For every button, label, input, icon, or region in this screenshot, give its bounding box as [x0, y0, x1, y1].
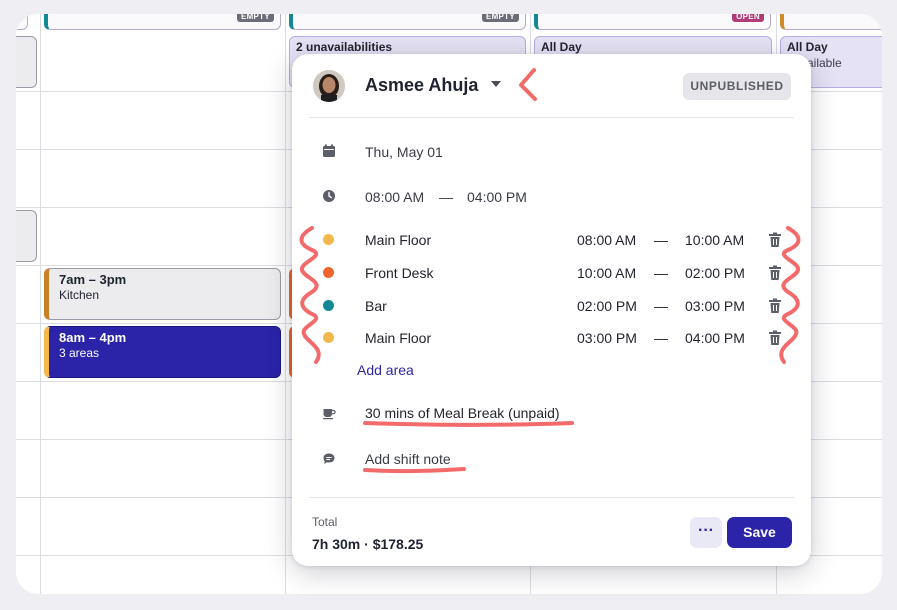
empty-shift-card[interactable]: EMPTY [44, 14, 281, 30]
area-color-dot [323, 300, 334, 311]
time-separator: — [654, 265, 668, 281]
time-separator: — [654, 298, 668, 314]
area-row[interactable]: Front Desk 10:00 AM — 02:00 PM [292, 263, 811, 283]
start-time-input[interactable]: 08:00 AM [365, 189, 424, 205]
trash-icon[interactable] [768, 232, 782, 248]
more-options-button[interactable]: ··· [690, 517, 722, 548]
chevron-down-icon[interactable] [491, 81, 501, 87]
open-badge: OPEN [732, 14, 764, 22]
empty-badge: EMPTY [236, 14, 274, 22]
status-badge: UNPUBLISHED [683, 73, 791, 100]
trash-icon[interactable] [768, 265, 782, 281]
area-name[interactable]: Front Desk [365, 265, 433, 281]
comment-icon [323, 453, 335, 464]
area-end-time[interactable]: 03:00 PM [685, 298, 745, 314]
shift-area: Kitchen [59, 288, 100, 302]
area-end-time[interactable]: 02:00 PM [685, 265, 745, 281]
avatar [313, 70, 345, 102]
total-value: 7h 30m · $178.25 [312, 536, 424, 552]
shift-editor-popup: Asmee Ahuja UNPUBLISHED Thu, May 01 08:0… [292, 54, 811, 566]
unavailability-title: All Day [787, 40, 828, 54]
coffee-cup-icon [323, 409, 336, 420]
unavailability-title: All Day [541, 40, 582, 54]
area-start-time[interactable]: 02:00 PM [577, 298, 637, 314]
total-label: Total [312, 515, 338, 529]
shift-card[interactable]: 7am – 3pm Kitchen [44, 268, 281, 320]
area-row[interactable]: Bar 02:00 PM — 03:00 PM [292, 296, 811, 316]
unavailability-title: 2 unavailabilities [296, 40, 393, 54]
grid-line [285, 14, 286, 594]
calendar-icon [323, 144, 335, 157]
open-shift-card[interactable]: OPEN [534, 14, 771, 30]
divider [309, 117, 794, 118]
clock-icon [323, 190, 335, 202]
area-start-time[interactable]: 08:00 AM [577, 232, 636, 248]
area-color-dot [323, 267, 334, 278]
shift-date[interactable]: Thu, May 01 [365, 144, 443, 160]
shift-time: 8am – 4pm [59, 330, 127, 345]
area-end-time[interactable]: 10:00 AM [685, 232, 744, 248]
employee-name[interactable]: Asmee Ahuja [365, 75, 478, 96]
area-color-dot [323, 234, 334, 245]
end-time-input[interactable]: 04:00 PM [467, 189, 527, 205]
shift-card-partial[interactable] [16, 14, 28, 30]
area-row[interactable]: Main Floor 03:00 PM — 04:00 PM [292, 328, 811, 348]
meal-break-field[interactable]: 30 mins of Meal Break (unpaid) [365, 405, 560, 421]
shift-note-input[interactable]: Add shift note [365, 451, 451, 467]
area-row[interactable]: Main Floor 08:00 AM — 10:00 AM [292, 230, 811, 250]
add-area-link[interactable]: Add area [357, 362, 414, 378]
divider [309, 497, 794, 498]
area-color-dot [323, 332, 334, 343]
empty-shift-card[interactable]: EMPTY [289, 14, 526, 30]
trash-icon[interactable] [768, 330, 782, 346]
area-name[interactable]: Bar [365, 298, 387, 314]
shift-card-partial[interactable] [780, 14, 882, 30]
shift-area: 3 areas [59, 346, 100, 360]
time-separator: — [654, 232, 668, 248]
area-name[interactable]: Main Floor [365, 232, 431, 248]
save-button[interactable]: Save [727, 517, 792, 548]
shift-card-selected[interactable]: 8am – 4pm 3 areas [44, 326, 281, 378]
time-separator: — [654, 330, 668, 346]
area-name[interactable]: Main Floor [365, 330, 431, 346]
time-separator: — [439, 189, 453, 205]
area-start-time[interactable]: 03:00 PM [577, 330, 637, 346]
empty-badge: EMPTY [481, 14, 519, 22]
shift-time: 7am – 3pm [59, 272, 127, 287]
shift-card-partial[interactable] [16, 210, 37, 262]
shift-card-partial[interactable] [16, 36, 37, 88]
area-start-time[interactable]: 10:00 AM [577, 265, 636, 281]
area-end-time[interactable]: 04:00 PM [685, 330, 745, 346]
grid-line [40, 14, 41, 594]
trash-icon[interactable] [768, 298, 782, 314]
